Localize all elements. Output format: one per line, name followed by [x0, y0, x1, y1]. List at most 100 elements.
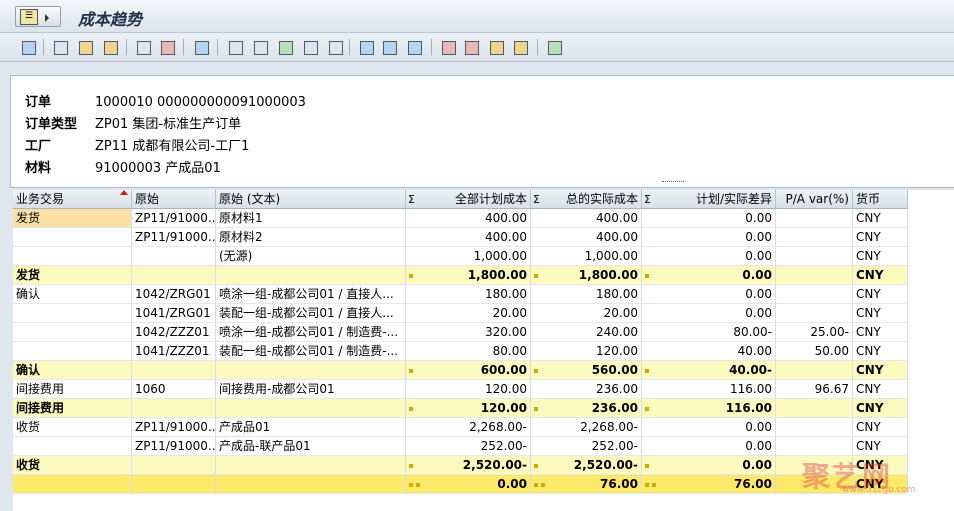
cell-currency[interactable]: CNY: [853, 437, 908, 456]
cell-total-plan-cost[interactable]: 400.00: [406, 209, 531, 228]
column-header-total-actual-cost[interactable]: Σ 总的实际成本: [531, 190, 642, 209]
cell-total-actual-cost[interactable]: 1,000.00: [531, 247, 642, 266]
column-header-origin-text[interactable]: 原始 (文本): [216, 190, 406, 209]
graphic-icon[interactable]: [440, 39, 456, 55]
cell-pa-variance-percent[interactable]: [776, 304, 853, 323]
cell-pa-variance-percent[interactable]: 50.00: [776, 342, 853, 361]
cell-origin-text[interactable]: 产成品01: [216, 418, 406, 437]
cell-plan-actual-variance[interactable]: 40.00-: [642, 361, 776, 380]
cell-total-plan-cost[interactable]: 0.00: [406, 475, 531, 494]
cell-total-actual-cost[interactable]: 2,520.00-: [531, 456, 642, 475]
column-header-plan-actual-variance[interactable]: Σ 计划/实际差异: [642, 190, 776, 209]
cell-currency[interactable]: CNY: [853, 304, 908, 323]
cell-business-transaction[interactable]: 收货: [13, 418, 132, 437]
cell-total-plan-cost[interactable]: 1,000.00: [406, 247, 531, 266]
cell-origin-text[interactable]: 原材料2: [216, 228, 406, 247]
layout-change-icon[interactable]: [381, 39, 397, 55]
cell-business-transaction[interactable]: [13, 323, 132, 342]
cell-origin-text[interactable]: 间接费用-成都公司01: [216, 380, 406, 399]
column-header-currency[interactable]: 货币: [853, 190, 908, 209]
subtotal-icon[interactable]: [159, 39, 175, 55]
cell-origin[interactable]: 1042/ZZZ01: [132, 323, 216, 342]
cell-total-plan-cost[interactable]: 20.00: [406, 304, 531, 323]
layout-save-icon[interactable]: [406, 39, 422, 55]
cell-business-transaction[interactable]: [13, 475, 132, 494]
print-icon[interactable]: [52, 39, 68, 55]
subtotal-row[interactable]: 确认 600.00 560.00 40.00- CNY: [13, 361, 954, 380]
cell-total-plan-cost[interactable]: 400.00: [406, 228, 531, 247]
cell-origin-text[interactable]: 装配一组-成都公司01 / 直接人...: [216, 304, 406, 323]
cell-business-transaction[interactable]: 间接费用: [13, 399, 132, 418]
cell-origin[interactable]: [132, 266, 216, 285]
cell-currency[interactable]: CNY: [853, 209, 908, 228]
cell-total-actual-cost[interactable]: 236.00: [531, 399, 642, 418]
column-header-total-plan-cost[interactable]: Σ 全部计划成本: [406, 190, 531, 209]
cell-plan-actual-variance[interactable]: 0.00: [642, 304, 776, 323]
cell-currency[interactable]: CNY: [853, 323, 908, 342]
cell-origin-text[interactable]: 喷涂一组-成都公司01 / 制造费-...: [216, 323, 406, 342]
table-row[interactable]: 1041/ZRG01 装配一组-成都公司01 / 直接人... 20.00 20.00…: [13, 304, 954, 323]
cell-business-transaction[interactable]: 收货: [13, 456, 132, 475]
cell-origin[interactable]: [132, 399, 216, 418]
chart-icon[interactable]: [546, 39, 562, 55]
download-icon[interactable]: [252, 39, 268, 55]
cell-pa-variance-percent[interactable]: [776, 399, 853, 418]
cell-currency[interactable]: CNY: [853, 285, 908, 304]
cell-pa-variance-percent[interactable]: [776, 209, 853, 228]
cell-origin-text[interactable]: [216, 266, 406, 285]
cell-business-transaction[interactable]: 确认: [13, 361, 132, 380]
cell-plan-actual-variance[interactable]: 0.00: [642, 285, 776, 304]
cell-business-transaction[interactable]: [13, 247, 132, 266]
table-row[interactable]: 收货 ZP11/91000... 产成品01 2,268.00- 2,268.00- 0.…: [13, 418, 954, 437]
settings-icon[interactable]: [512, 39, 528, 55]
cell-business-transaction[interactable]: [13, 228, 132, 247]
cell-plan-actual-variance[interactable]: 116.00: [642, 399, 776, 418]
cell-origin[interactable]: 1041/ZZZ01: [132, 342, 216, 361]
table-row[interactable]: ZP11/91000... 产成品-联产品01 252.00- 252.00- 0.00…: [13, 437, 954, 456]
cell-plan-actual-variance[interactable]: 116.00: [642, 380, 776, 399]
column-header-business-transaction[interactable]: 业务交易: [13, 190, 132, 209]
cell-currency[interactable]: CNY: [853, 266, 908, 285]
cell-currency[interactable]: CNY: [853, 228, 908, 247]
cell-currency[interactable]: CNY: [853, 342, 908, 361]
cell-plan-actual-variance[interactable]: 0.00: [642, 228, 776, 247]
cell-origin-text[interactable]: (无源): [216, 247, 406, 266]
export-icon[interactable]: [227, 39, 243, 55]
cell-total-plan-cost[interactable]: 2,520.00-: [406, 456, 531, 475]
cell-origin[interactable]: [132, 247, 216, 266]
cell-currency[interactable]: CNY: [853, 418, 908, 437]
cell-pa-variance-percent[interactable]: 25.00-: [776, 323, 853, 342]
info-icon[interactable]: [488, 39, 504, 55]
cell-plan-actual-variance[interactable]: 0.00: [642, 266, 776, 285]
cell-origin-text[interactable]: [216, 399, 406, 418]
cell-plan-actual-variance[interactable]: 76.00: [642, 475, 776, 494]
cell-total-actual-cost[interactable]: 252.00-: [531, 437, 642, 456]
cell-total-plan-cost[interactable]: 1,800.00: [406, 266, 531, 285]
table-row[interactable]: 1042/ZZZ01 喷涂一组-成都公司01 / 制造费-... 320.00 240…: [13, 323, 954, 342]
cell-origin-text[interactable]: 产成品-联产品01: [216, 437, 406, 456]
print-preview-icon[interactable]: [193, 39, 209, 55]
cell-origin[interactable]: 1060: [132, 380, 216, 399]
sum-icon[interactable]: [135, 39, 151, 55]
cell-pa-variance-percent[interactable]: [776, 437, 853, 456]
cell-plan-actual-variance[interactable]: 0.00: [642, 209, 776, 228]
cell-total-actual-cost[interactable]: 120.00: [531, 342, 642, 361]
cell-origin[interactable]: [132, 475, 216, 494]
cell-total-plan-cost[interactable]: 252.00-: [406, 437, 531, 456]
subtotal-row[interactable]: 发货 1,800.00 1,800.00 0.00 CNY: [13, 266, 954, 285]
column-header-pa-variance-percent[interactable]: P/A var(%): [776, 190, 853, 209]
cell-origin[interactable]: [132, 361, 216, 380]
cell-pa-variance-percent[interactable]: [776, 228, 853, 247]
cell-business-transaction[interactable]: [13, 304, 132, 323]
system-menu-button[interactable]: ☰: [15, 6, 61, 27]
cell-total-plan-cost[interactable]: 2,268.00-: [406, 418, 531, 437]
cell-pa-variance-percent[interactable]: [776, 285, 853, 304]
cell-origin-text[interactable]: 装配一组-成都公司01 / 制造费-...: [216, 342, 406, 361]
cell-business-transaction[interactable]: 发货: [13, 209, 132, 228]
cell-origin[interactable]: [132, 456, 216, 475]
cell-origin-text[interactable]: 原材料1: [216, 209, 406, 228]
cell-currency[interactable]: CNY: [853, 380, 908, 399]
cell-plan-actual-variance[interactable]: 80.00-: [642, 323, 776, 342]
cell-pa-variance-percent[interactable]: 96.67: [776, 380, 853, 399]
layout-icon[interactable]: [358, 39, 374, 55]
